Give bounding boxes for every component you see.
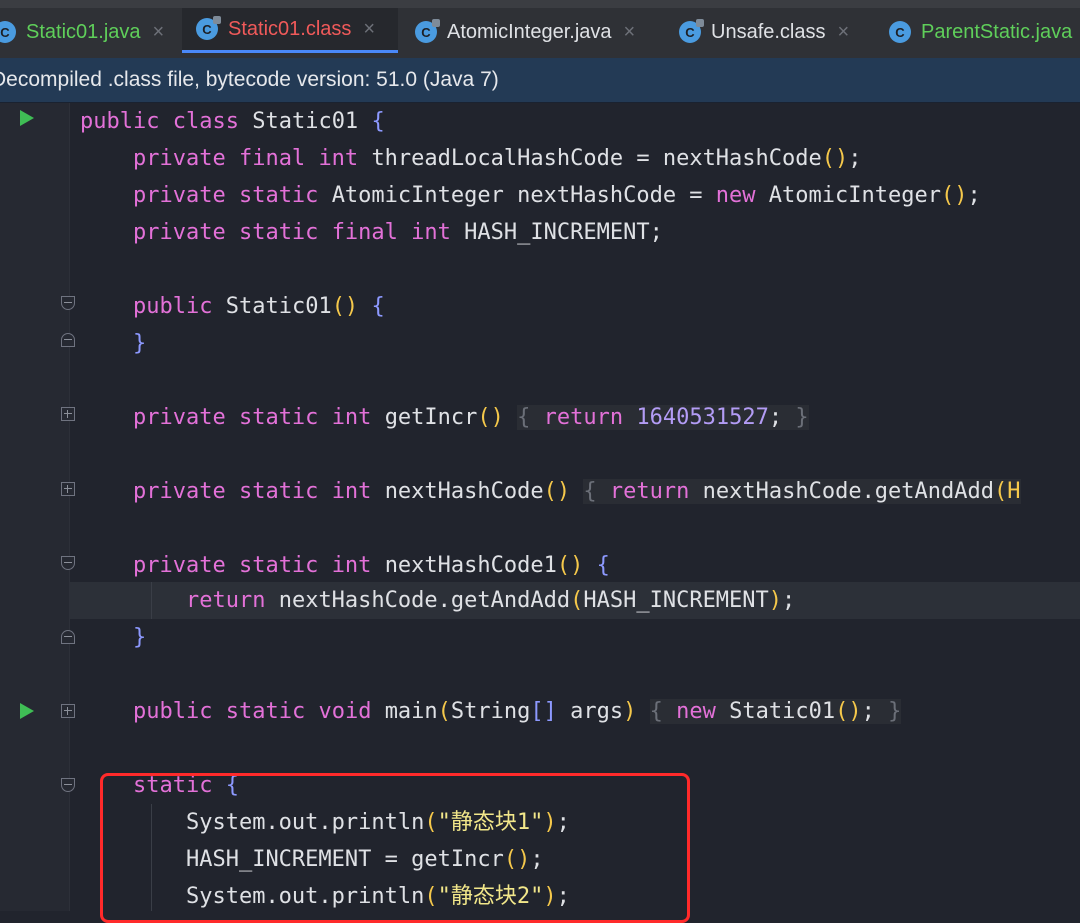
static-block-highlight-box — [100, 773, 690, 923]
tab-static01-java[interactable]: C Static01.java × — [0, 8, 164, 56]
compiled-class-icon: C — [196, 16, 221, 40]
tab-static01-class[interactable]: C Static01.class × — [182, 8, 398, 53]
close-icon[interactable]: × — [153, 21, 165, 44]
tab-parentstatic-java[interactable]: C ParentStatic.java — [889, 8, 1072, 56]
tab-atomicinteger-java[interactable]: C AtomicInteger.java × — [415, 8, 635, 56]
fold-open-icon[interactable] — [61, 296, 75, 310]
tab-bar-top-divider — [0, 0, 1080, 8]
code-line-1: public class Static01 { — [80, 109, 385, 134]
compiled-class-icon: C — [679, 19, 704, 43]
fold-expand-icon[interactable] — [61, 407, 75, 421]
tab-unsafe-class[interactable]: C Unsafe.class × — [679, 8, 849, 56]
code-line-9: private static int getIncr() { return 16… — [132, 405, 809, 430]
code-line-15: } — [132, 625, 147, 650]
tab-label: AtomicInteger.java — [447, 20, 612, 43]
editor-gutter — [0, 103, 70, 911]
code-line-3: private static AtomicInteger nextHashCod… — [132, 183, 981, 208]
code-line-6: public Static01() { — [132, 294, 385, 319]
close-icon[interactable]: × — [624, 21, 636, 44]
fold-open-icon[interactable] — [61, 556, 75, 570]
close-icon[interactable]: × — [363, 18, 375, 41]
run-class-icon[interactable] — [20, 110, 34, 126]
fold-open-icon[interactable] — [61, 778, 75, 792]
decompiled-notice-banner: Decompiled .class file, bytecode version… — [0, 58, 1080, 103]
fold-expand-icon[interactable] — [61, 704, 75, 718]
code-line-4: private static final int HASH_INCREMENT; — [132, 220, 663, 245]
code-line-2: private final int threadLocalHashCode = … — [132, 146, 862, 171]
code-line-13: private static int nextHashCode1() { — [132, 553, 610, 578]
java-class-icon: C — [0, 21, 16, 43]
fold-close-icon[interactable] — [61, 630, 75, 644]
tab-label: Static01.class — [228, 17, 352, 40]
tab-label: Unsafe.class — [711, 20, 826, 43]
code-line-11: private static int nextHashCode() { retu… — [132, 479, 1021, 504]
editor-tab-bar: C Static01.java × C Static01.class × C A… — [0, 0, 1080, 58]
tab-label: Static01.java — [26, 20, 141, 43]
code-line-7: } — [132, 331, 147, 356]
close-icon[interactable]: × — [838, 21, 850, 44]
fold-expand-icon[interactable] — [61, 482, 75, 496]
code-line-17: public static void main(String[] args) {… — [132, 699, 902, 724]
run-main-icon[interactable] — [20, 703, 34, 719]
java-class-icon: C — [889, 21, 911, 43]
code-line-14: return nextHashCode.getAndAdd(HASH_INCRE… — [185, 588, 796, 613]
compiled-class-icon: C — [415, 19, 440, 43]
fold-close-icon[interactable] — [61, 333, 75, 347]
tab-label: ParentStatic.java — [921, 20, 1073, 43]
